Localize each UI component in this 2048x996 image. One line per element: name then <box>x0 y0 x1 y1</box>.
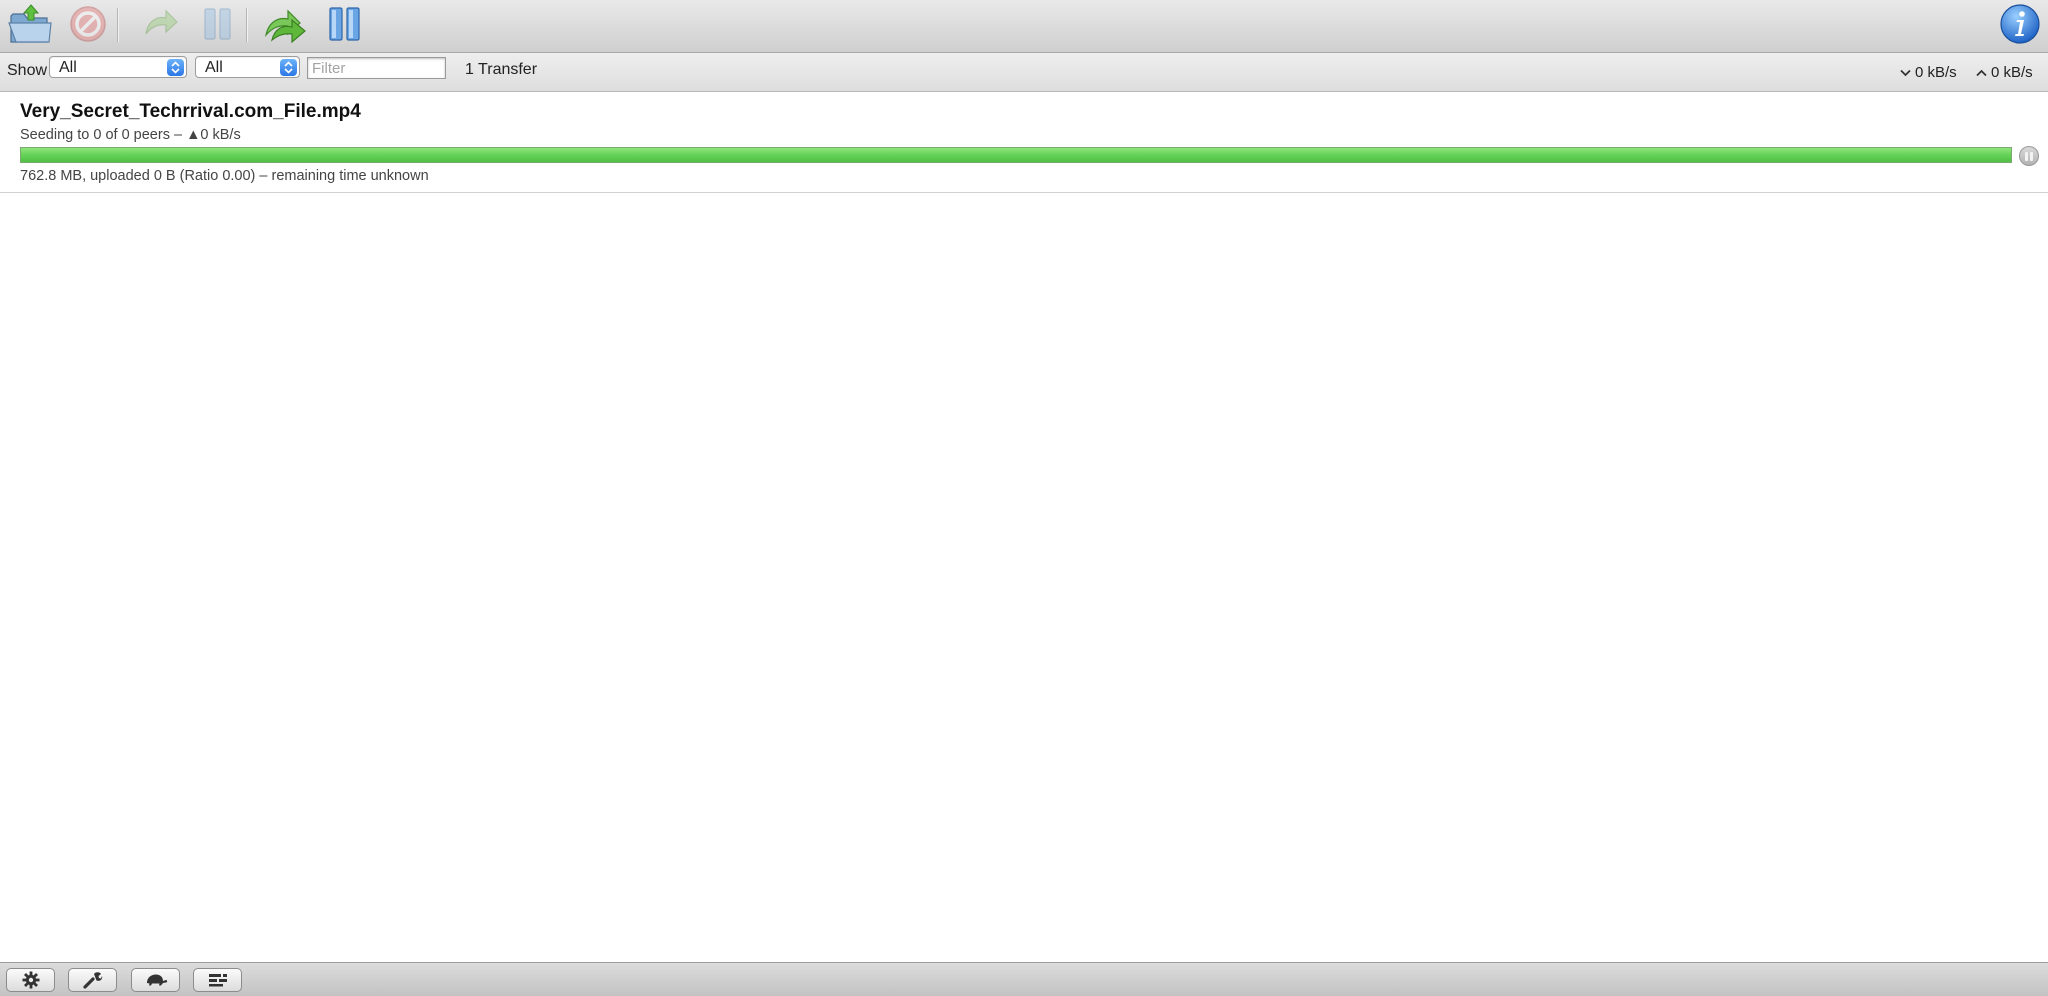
upload-speed-value: 0 kB/s <box>1991 64 2033 81</box>
pause-button[interactable] <box>193 2 241 46</box>
select-arrows-icon <box>280 59 297 76</box>
pause-icon <box>204 8 231 40</box>
pause-icon-bar <box>2030 151 2033 161</box>
remove-icon <box>70 6 106 42</box>
transfer-row[interactable]: Very_Secret_Techrrival.com_File.mp4 Seed… <box>0 92 2048 193</box>
pause-all-icon <box>329 7 360 41</box>
bottom-bar <box>0 962 2048 996</box>
inspector-button[interactable] <box>1996 2 2044 46</box>
filter-bar-toggle-button[interactable] <box>193 968 242 992</box>
resume-all-button[interactable] <box>262 2 310 46</box>
transfer-progress-fill <box>21 148 2011 162</box>
transfer-count: 1 Transfer <box>465 61 538 78</box>
toolbar-separator <box>117 8 118 42</box>
resume-icon <box>145 9 178 35</box>
filter-search-input[interactable] <box>307 57 446 79</box>
transmission-window: Show All All 1 Transfer <box>0 0 2048 996</box>
select-arrows-icon <box>167 59 184 76</box>
toolbar-separator <box>246 8 247 42</box>
transfer-status: Seeding to 0 of 0 peers – ▲0 kB/s <box>20 127 241 143</box>
turtle-icon <box>146 974 167 986</box>
speed-limit-button[interactable] <box>131 968 180 992</box>
resume-button[interactable] <box>136 2 184 46</box>
pause-all-button[interactable] <box>321 2 369 46</box>
download-speed[interactable]: 0 kB/s <box>1900 64 1957 81</box>
open-folder-icon <box>8 4 52 43</box>
status-filter-select[interactable]: All <box>49 56 187 78</box>
filter-bar-icon <box>208 974 227 987</box>
toolbar <box>0 0 2048 53</box>
remove-button[interactable] <box>64 2 112 46</box>
group-filter-value: All <box>205 59 223 76</box>
download-speed-value: 0 kB/s <box>1915 64 1957 81</box>
wrench-icon <box>82 972 102 989</box>
filter-bar: Show All All 1 Transfer <box>0 53 2048 92</box>
show-label: Show <box>7 62 48 79</box>
info-icon <box>2000 4 2040 44</box>
pause-icon-bar <box>2025 151 2028 161</box>
upload-arrow-icon <box>1976 69 1987 76</box>
transfer-progress-bar <box>20 147 2012 163</box>
transfer-details: 762.8 MB, uploaded 0 B (Ratio 0.00) – re… <box>20 168 429 184</box>
transfer-list[interactable]: Very_Secret_Techrrival.com_File.mp4 Seed… <box>0 92 2048 962</box>
gear-icon <box>22 971 39 989</box>
open-torrent-button[interactable] <box>6 2 54 46</box>
status-filter-value: All <box>59 59 77 76</box>
transfer-pause-button[interactable] <box>2019 146 2039 166</box>
download-arrow-icon <box>1900 69 1911 76</box>
transfer-name: Very_Secret_Techrrival.com_File.mp4 <box>20 101 361 122</box>
action-menu-button[interactable] <box>6 968 55 992</box>
upload-speed[interactable]: 0 kB/s <box>1976 64 2033 81</box>
resume-all-icon <box>264 9 306 44</box>
group-filter-select[interactable]: All <box>195 56 300 78</box>
preferences-button[interactable] <box>68 968 117 992</box>
